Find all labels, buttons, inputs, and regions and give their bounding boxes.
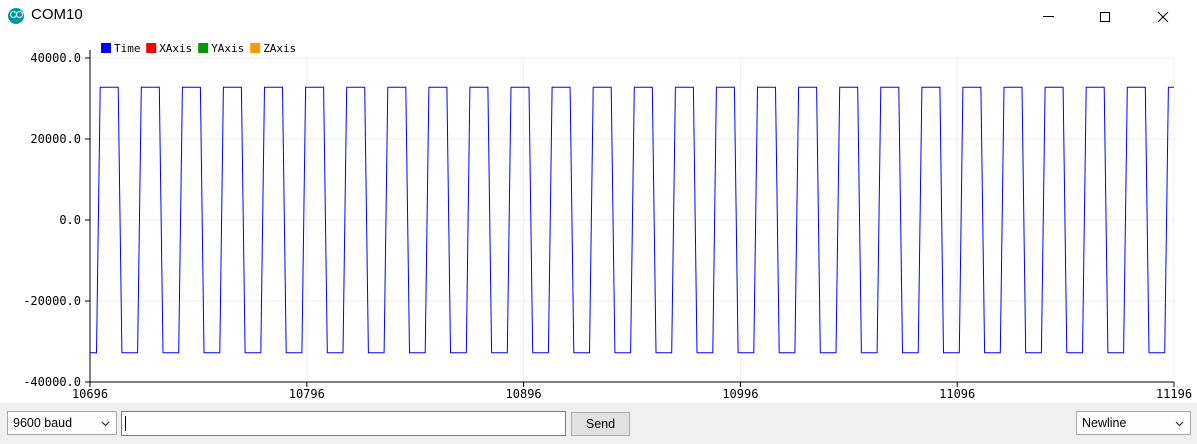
bottom-toolbar: 9600 baud Send Newline [0,403,1197,444]
chevron-down-icon [101,421,110,427]
x-axis-ticks: 10696 10796 10896 10996 11096 11196 [72,382,1192,401]
text-caret [125,416,126,431]
legend-swatch-time [101,43,111,53]
minimize-button[interactable] [1025,0,1071,33]
x-tick-label: 11196 [1156,387,1192,401]
x-tick-label: 10796 [289,387,325,401]
plot-legend: Time XAxis YAxis ZAxis [101,42,296,55]
serial-plotter-window: COM10 40000.0 20000.0 0.0 -20000.0 -40000.0 … [0,0,1197,444]
baud-rate-value: 9600 baud [13,416,73,430]
x-tick-label: 11096 [939,387,975,401]
title-bar[interactable]: COM10 [0,0,1197,33]
y-tick-label: 0.0 [59,213,81,227]
y-tick-label: 40000.0 [30,51,81,65]
plot-area: 40000.0 20000.0 0.0 -20000.0 -40000.0 10696 1… [0,33,1197,403]
chevron-down-icon [1175,421,1184,427]
legend-label-time: Time [114,42,141,55]
legend-label-zaxis: ZAxis [263,42,296,55]
serial-input-field[interactable] [121,411,566,436]
maximize-button[interactable] [1082,0,1128,33]
legend-swatch-zaxis [250,43,261,53]
arduino-logo-icon [8,8,24,24]
legend-swatch-xaxis [146,43,157,53]
y-tick-label: -20000.0 [23,294,81,308]
y-axis-ticks: 40000.020000.00.0-20000.0-40000.0 [23,51,90,389]
close-button[interactable] [1140,0,1186,33]
x-tick-label: 10996 [722,387,758,401]
plot-axes [89,50,1174,383]
legend-label-xaxis: XAxis [159,42,192,55]
minimize-icon [1042,16,1054,17]
x-tick-label: 10896 [506,387,542,401]
close-icon [1157,11,1169,22]
legend-swatch-yaxis [198,43,209,53]
baud-rate-select[interactable]: 9600 baud [7,411,117,435]
x-tick-label: 10696 [72,387,108,401]
serial-plot-chart: 40000.020000.00.0-20000.0-40000.0 10696 1… [23,42,1192,401]
line-ending-value: Newline [1082,416,1127,430]
y-tick-label: 20000.0 [30,132,81,146]
send-button[interactable]: Send [571,412,630,436]
window-title: COM10 [31,6,83,23]
legend-label-yaxis: YAxis [211,42,244,55]
line-ending-select[interactable]: Newline [1076,411,1191,435]
maximize-icon [1100,11,1110,22]
